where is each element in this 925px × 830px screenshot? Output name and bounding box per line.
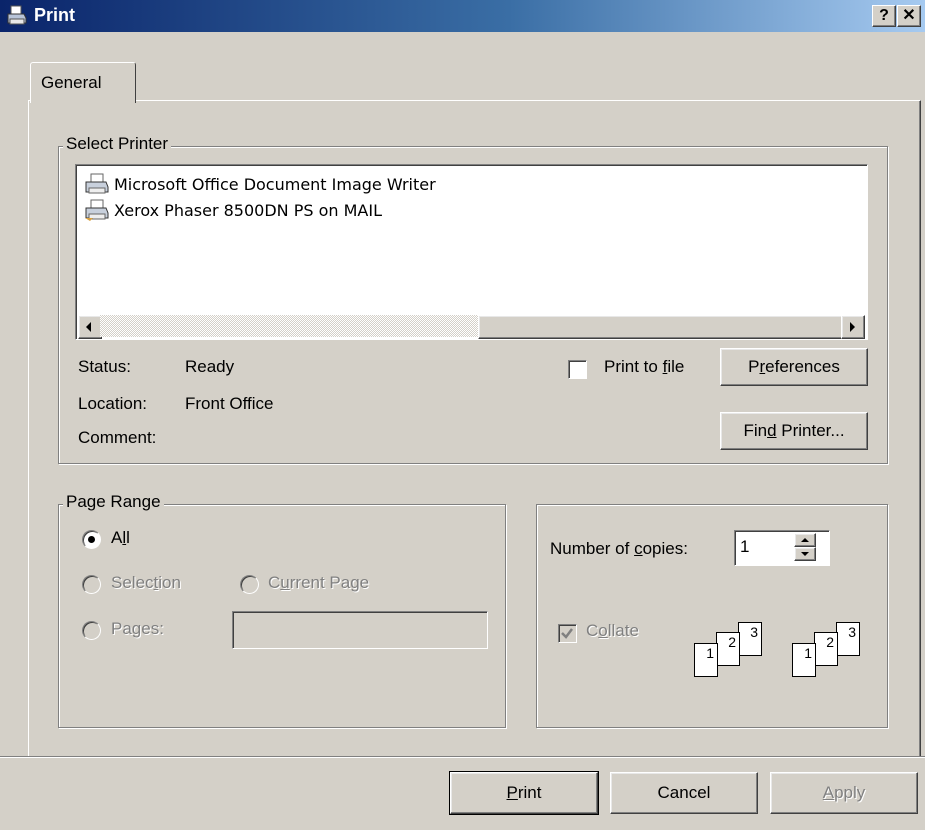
collate-page: 2 — [716, 632, 740, 666]
footer-separator — [0, 756, 925, 758]
arrow-right-icon — [850, 322, 855, 332]
checkmark-icon — [561, 628, 573, 639]
printer-item-office-writer[interactable]: Microsoft Office Document Image Writer — [84, 171, 436, 197]
radio-current-page-label: Current Page — [268, 573, 370, 592]
scroll-left-button[interactable] — [78, 315, 102, 339]
radio-pages — [82, 621, 101, 640]
collate-page: 1 — [694, 643, 718, 677]
arrow-up-icon — [801, 538, 809, 542]
printer-item-xerox[interactable]: Xerox Phaser 8500DN PS on MAIL — [84, 197, 382, 223]
arrow-left-icon — [86, 322, 91, 332]
printer-icon — [7, 5, 27, 25]
location-value: Front Office — [185, 394, 274, 413]
printer-icon — [85, 173, 109, 194]
collate-page: 3 — [836, 622, 860, 656]
page-range-legend: Page Range — [63, 492, 164, 512]
pages-input — [232, 611, 488, 649]
arrow-down-icon — [801, 552, 809, 556]
radio-all[interactable] — [82, 530, 101, 549]
title-bar[interactable]: Print ? ✕ — [0, 0, 925, 32]
print-to-file-checkbox[interactable] — [568, 360, 587, 379]
select-printer-legend: Select Printer — [63, 134, 172, 154]
radio-pages-label: Pages: — [111, 619, 164, 638]
radio-selection-label: Selection — [111, 573, 181, 592]
tab-general[interactable]: General — [30, 62, 136, 103]
scroll-thumb[interactable] — [478, 315, 843, 339]
printer-list[interactable]: Microsoft Office Document Image Writer X… — [75, 164, 868, 340]
printer-list-scrollbar[interactable] — [78, 315, 865, 339]
copies-label: Number of copies: — [550, 539, 688, 558]
spin-down-button[interactable] — [794, 547, 816, 561]
printer-name: Microsoft Office Document Image Writer — [114, 174, 436, 194]
collate-checkbox — [558, 624, 577, 643]
radio-selected-dot — [88, 536, 95, 543]
comment-label: Comment: — [78, 428, 157, 447]
collate-page: 1 — [792, 643, 816, 677]
copies-value: 1 — [740, 537, 750, 556]
printer-name: Xerox Phaser 8500DN PS on MAIL — [114, 200, 382, 220]
collate-page: 2 — [814, 632, 838, 666]
apply-button: Apply — [770, 772, 918, 814]
scroll-right-button[interactable] — [841, 315, 865, 339]
radio-all-label[interactable]: All — [111, 528, 130, 548]
status-label: Status: — [78, 357, 131, 376]
copies-spinner[interactable] — [794, 533, 816, 561]
cancel-button[interactable]: Cancel — [610, 772, 758, 814]
network-printer-icon — [85, 199, 109, 221]
preferences-button[interactable]: Preferences — [720, 348, 868, 386]
tab-general-label: General — [41, 73, 102, 92]
find-printer-button[interactable]: Find Printer... — [720, 412, 868, 450]
collate-label: Collate — [586, 621, 639, 640]
window-title: Print — [34, 5, 76, 25]
location-label: Location: — [78, 394, 147, 413]
close-button[interactable]: ✕ — [897, 5, 921, 27]
help-button[interactable]: ? — [872, 5, 896, 27]
copies-group — [536, 504, 888, 728]
print-to-file-label[interactable]: Print to file — [604, 357, 684, 377]
print-button[interactable]: Print — [450, 772, 598, 814]
status-value: Ready — [185, 357, 235, 376]
radio-selection — [82, 575, 101, 594]
radio-current-page — [240, 575, 259, 594]
spin-up-button[interactable] — [794, 533, 816, 547]
collate-page: 3 — [738, 622, 762, 656]
